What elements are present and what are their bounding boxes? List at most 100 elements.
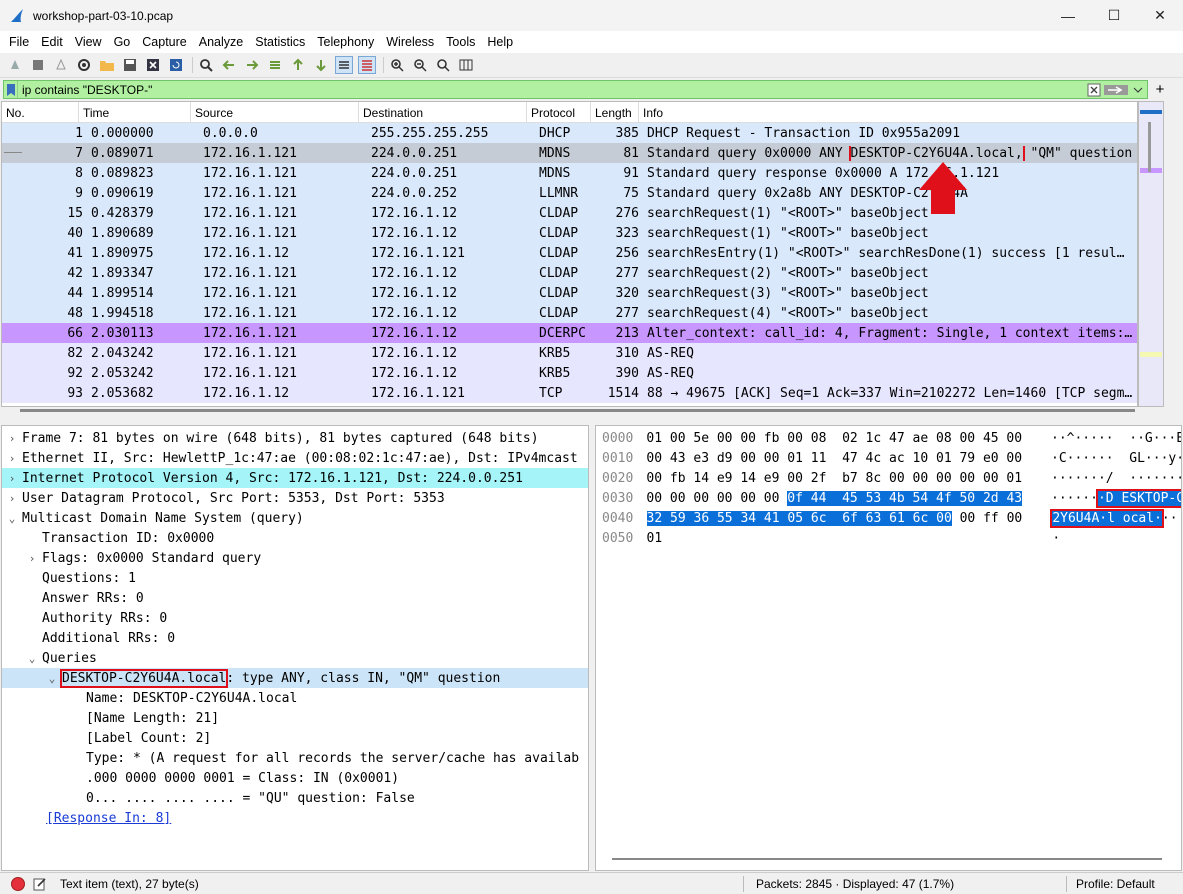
capture-options-icon[interactable] (75, 56, 93, 74)
packet-list-hscroll-thumb[interactable] (20, 409, 1135, 412)
col-header-protocol[interactable]: Protocol (527, 102, 591, 123)
maximize-button[interactable]: ☐ (1091, 0, 1137, 31)
chevron-right-icon[interactable]: › (2, 472, 22, 485)
menu-go[interactable]: Go (109, 35, 136, 49)
zoom-out-icon[interactable] (411, 56, 429, 74)
go-back-icon[interactable] (220, 56, 238, 74)
tree-label-count[interactable]: [Label Count: 2] (2, 728, 588, 748)
tree-ipv4[interactable]: › Internet Protocol Version 4, Src: 172.1… (2, 468, 588, 488)
packet-list-vscroll-thumb[interactable] (1148, 122, 1151, 172)
tree-name-length[interactable]: [Name Length: 21] (2, 708, 588, 728)
last-packet-icon[interactable] (312, 56, 330, 74)
chevron-down-icon[interactable]: ⌄ (22, 652, 42, 665)
cell-dst: 255.255.255.255 (371, 125, 489, 141)
col-header-destination[interactable]: Destination (359, 102, 527, 123)
col-header-length[interactable]: Length (591, 102, 639, 123)
packet-row[interactable]: 48 1.994518 172.16.1.121 172.16.1.12 CLDAP 27… (2, 303, 1137, 323)
hex-row[interactable]: 0000 01 00 5e 00 00 fb 00 08 02 1c 47 ae … (596, 428, 1181, 448)
status-profile[interactable]: Profile: Default (1076, 877, 1155, 891)
chevron-right-icon[interactable]: › (22, 552, 42, 565)
hex-row[interactable]: 0010 00 43 e3 d9 00 00 01 11 47 4c ac 10 … (596, 448, 1181, 468)
packet-row[interactable]: 82 2.043242 172.16.1.121 172.16.1.12 KRB5 310… (2, 343, 1137, 363)
menu-edit[interactable]: Edit (36, 35, 68, 49)
resize-columns-icon[interactable] (457, 56, 475, 74)
filter-bookmark-icon[interactable] (4, 81, 18, 98)
first-packet-icon[interactable] (289, 56, 307, 74)
stop-capture-icon[interactable] (29, 56, 47, 74)
col-header-source[interactable]: Source (191, 102, 359, 123)
go-to-packet-icon[interactable] (266, 56, 284, 74)
tree-additional-rrs[interactable]: Additional RRs: 0 (2, 628, 588, 648)
zoom-normal-icon[interactable] (434, 56, 452, 74)
packet-row[interactable]: 1 0.000000 0.0.0.0 255.255.255.255 DHCP 385 DH… (2, 123, 1137, 143)
tree-udp[interactable]: › User Datagram Protocol, Src Port: 5353,… (2, 488, 588, 508)
tree-flags[interactable]: › Flags: 0x0000 Standard query (2, 548, 588, 568)
menu-telephony[interactable]: Telephony (312, 35, 379, 49)
tree-ethernet[interactable]: › Ethernet II, Src: HewlettP_1c:47:ae (00… (2, 448, 588, 468)
tree-response-in[interactable]: [Response In: 8] (2, 808, 588, 828)
packet-row[interactable]: 44 1.899514 172.16.1.121 172.16.1.12 CLDAP 32… (2, 283, 1137, 303)
colorize-icon[interactable] (358, 56, 376, 74)
menu-wireless[interactable]: Wireless (381, 35, 439, 49)
tree-txid[interactable]: Transaction ID: 0x0000 (2, 528, 588, 548)
go-forward-icon[interactable] (243, 56, 261, 74)
open-file-icon[interactable] (98, 56, 116, 74)
minimize-button[interactable]: — (1045, 0, 1091, 31)
tree-queries[interactable]: ⌄ Queries (2, 648, 588, 668)
col-header-no[interactable]: No. (2, 102, 79, 123)
filter-history-chevron-down-icon[interactable] (1129, 81, 1147, 98)
chevron-down-icon[interactable]: ⌄ (42, 672, 62, 685)
close-button[interactable]: ✕ (1137, 0, 1183, 31)
apply-filter-icon[interactable] (1103, 81, 1129, 98)
zoom-in-icon[interactable] (388, 56, 406, 74)
clear-filter-icon[interactable] (1085, 81, 1103, 98)
close-file-icon[interactable] (144, 56, 162, 74)
tree-name[interactable]: Name: DESKTOP-C2Y6U4A.local (2, 688, 588, 708)
tree-answer-rrs[interactable]: Answer RRs: 0 (2, 588, 588, 608)
start-capture-icon[interactable] (6, 56, 24, 74)
packet-row[interactable]: 93 2.053682 172.16.1.12 172.16.1.121 TCP 1514… (2, 383, 1137, 403)
tree-qu-question[interactable]: 0... .... .... .... = "QU" question: Fal… (2, 788, 588, 808)
chevron-right-icon[interactable]: › (2, 432, 22, 445)
menu-help[interactable]: Help (482, 35, 518, 49)
menu-statistics[interactable]: Statistics (250, 35, 310, 49)
tree-mdns[interactable]: ⌄ Multicast Domain Name System (query) (2, 508, 588, 528)
tree-questions[interactable]: Questions: 1 (2, 568, 588, 588)
response-in-link[interactable]: [Response In: 8] (46, 811, 171, 826)
packet-row[interactable]: 92 2.053242 172.16.1.121 172.16.1.12 KRB5 390… (2, 363, 1137, 383)
autoscroll-icon[interactable] (335, 56, 353, 74)
tree-frame[interactable]: › Frame 7: 81 bytes on wire (648 bits), 8… (2, 428, 588, 448)
hex-row[interactable]: 0030 00 00 00 00 00 00 0f 44 45 53 4b 54 … (596, 488, 1181, 508)
display-filter-input[interactable] (18, 81, 1085, 98)
tree-type[interactable]: Type: * (A request for all records the s… (2, 748, 588, 768)
hex-row[interactable]: 0020 00 fb 14 e9 14 e9 00 2f b7 8c 00 00 … (596, 468, 1181, 488)
chevron-right-icon[interactable]: › (2, 452, 22, 465)
hex-row[interactable]: 0050 01 · (596, 528, 1181, 548)
menu-capture[interactable]: Capture (137, 35, 191, 49)
tree-authority-rrs[interactable]: Authority RRs: 0 (2, 608, 588, 628)
find-packet-icon[interactable] (197, 56, 215, 74)
chevron-right-icon[interactable]: › (2, 492, 22, 505)
hex-row[interactable]: 0040 32 59 36 55 34 41 05 6c 6f 63 61 6c … (596, 508, 1181, 528)
tree-query-selected[interactable]: ⌄ DESKTOP-C2Y6U4A.local: type ANY, class … (2, 668, 588, 688)
packet-row[interactable]: 66 2.030113 172.16.1.121 172.16.1.12 DCERPC 2… (2, 323, 1137, 343)
menu-view[interactable]: View (70, 35, 107, 49)
packet-list-minimap-scrollbar[interactable] (1138, 101, 1164, 407)
restart-capture-icon[interactable] (52, 56, 70, 74)
expert-info-icon[interactable] (11, 876, 25, 891)
col-header-info[interactable]: Info (639, 102, 1137, 123)
packet-row[interactable]: 40 1.890689 172.16.1.121 172.16.1.12 CLDAP 32… (2, 223, 1137, 243)
packet-row[interactable]: 41 1.890975 172.16.1.12 172.16.1.121 CLDAP 25… (2, 243, 1137, 263)
tree-class[interactable]: .000 0000 0000 0001 = Class: IN (0x0001) (2, 768, 588, 788)
bytes-hscroll-thumb[interactable] (612, 858, 1162, 860)
reload-file-icon[interactable] (167, 56, 185, 74)
menu-tools[interactable]: Tools (441, 35, 480, 49)
add-filter-button-plus-icon[interactable]: + (1152, 80, 1168, 99)
save-file-icon[interactable] (121, 56, 139, 74)
chevron-down-icon[interactable]: ⌄ (2, 512, 22, 525)
menu-analyze[interactable]: Analyze (194, 35, 248, 49)
packet-row[interactable]: 42 1.893347 172.16.1.121 172.16.1.12 CLDAP 27… (2, 263, 1137, 283)
edit-comment-icon[interactable] (33, 877, 47, 891)
col-header-time[interactable]: Time (79, 102, 191, 123)
menu-file[interactable]: File (4, 35, 34, 49)
